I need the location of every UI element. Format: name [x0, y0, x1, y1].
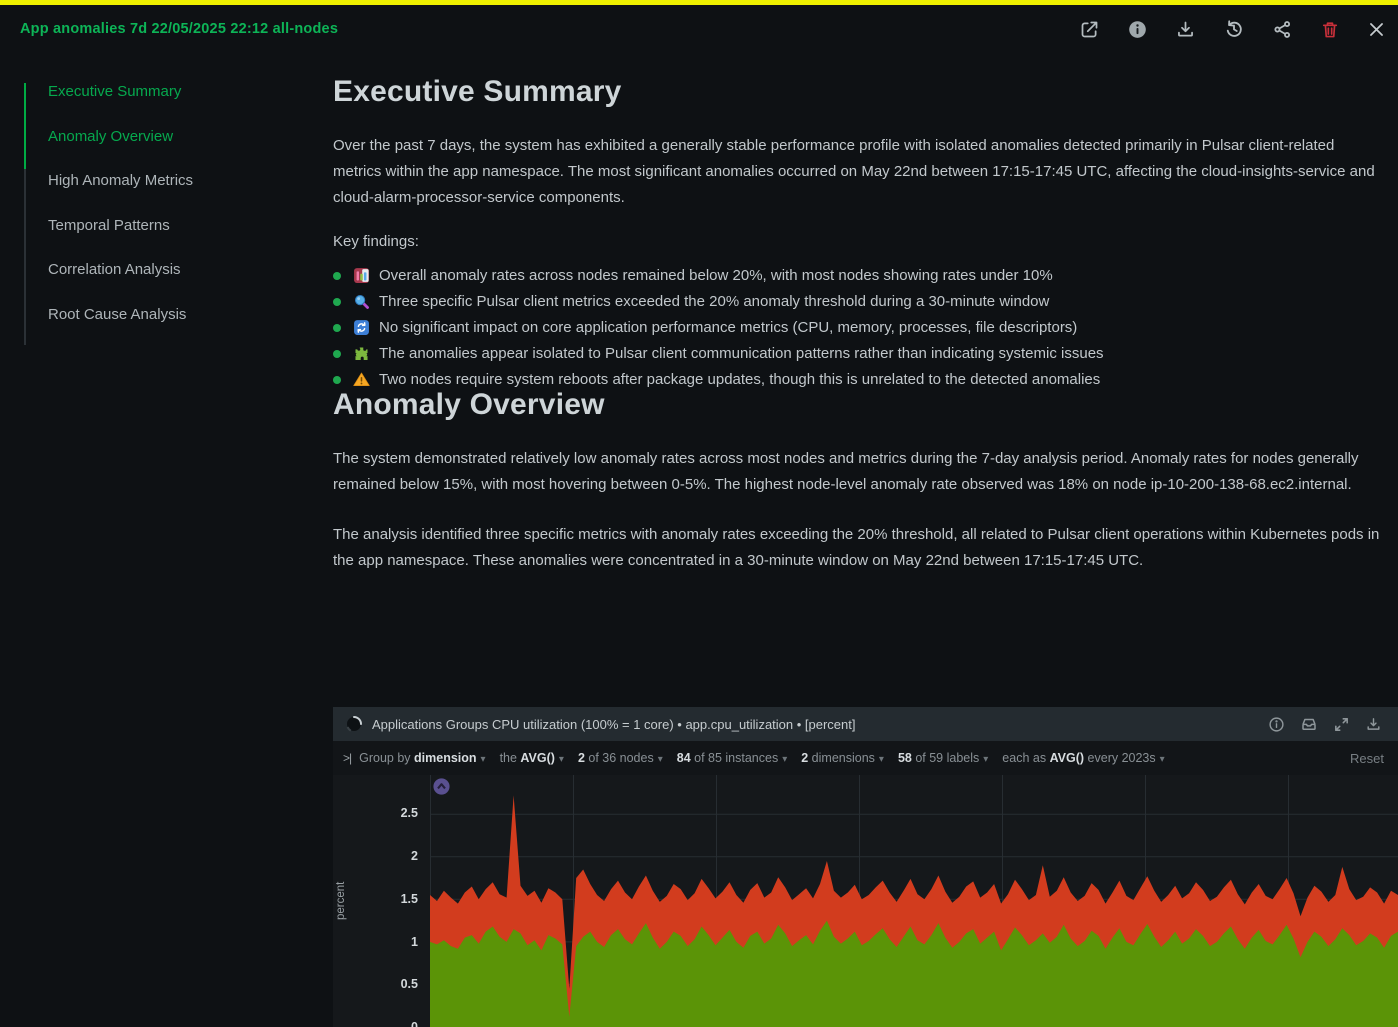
y-tick: 0.5: [400, 977, 418, 991]
y-tick: 2: [411, 849, 418, 863]
finding-text: The anomalies appear isolated to Pulsar …: [379, 345, 1104, 362]
y-tick: 1: [411, 935, 418, 949]
refresh-icon: [354, 320, 369, 335]
list-item: Overall anomaly rates across nodes remai…: [333, 267, 1385, 284]
list-item: Three specific Pulsar client metrics exc…: [333, 293, 1385, 310]
bullet-dot: [333, 375, 341, 384]
bullet-dot: [333, 349, 341, 358]
puzzle-icon: [355, 347, 368, 360]
sidebar-active-indicator: [24, 83, 26, 169]
nodes-dropdown[interactable]: 2 of 36 nodes ▾: [578, 751, 663, 765]
key-findings-label: Key findings:: [333, 233, 419, 250]
chart-handle-icon[interactable]: [345, 715, 363, 733]
y-tick: 2.5: [400, 806, 418, 820]
anomaly-rate-badge-icon[interactable]: [432, 777, 451, 796]
exec-summary-paragraph: Over the past 7 days, the system has exh…: [333, 137, 1375, 206]
sidebar-item-high-anomaly-metrics[interactable]: High Anomaly Metrics: [48, 173, 193, 189]
chevron-down-icon: ▾: [1159, 754, 1165, 765]
chart-info-icon[interactable]: [1268, 716, 1285, 733]
key-findings-list: Overall anomaly rates across nodes remai…: [333, 267, 1385, 388]
bar-chart-icon: [354, 268, 369, 283]
chart-header-toolbar: [1268, 715, 1386, 733]
dimensions-dropdown[interactable]: 2 dimensions ▾: [801, 751, 884, 765]
magnifier-icon: [354, 294, 369, 309]
sidebar-item-anomaly-overview[interactable]: Anomaly Overview: [48, 128, 193, 145]
anomaly-overview-paragraph-1: The system demonstrated relatively low a…: [333, 450, 1359, 493]
trash-icon[interactable]: [1320, 19, 1340, 40]
section-nav: Executive Summary Anomaly Overview High …: [48, 84, 193, 323]
y-tick: 0: [411, 1020, 418, 1027]
history-icon[interactable]: [1223, 18, 1245, 40]
chart-source-icon[interactable]: [1300, 715, 1318, 733]
chart-download-icon[interactable]: [1365, 716, 1382, 733]
sidebar-item-executive-summary[interactable]: Executive Summary: [48, 84, 193, 100]
chevron-down-icon: ▾: [558, 754, 564, 765]
list-item: The anomalies appear isolated to Pulsar …: [333, 345, 1385, 362]
chart-plot-region[interactable]: percent 2.5 2 1.5 1 0.5 0: [333, 775, 1398, 1027]
collapse-toolbar-icon[interactable]: >|: [343, 751, 352, 765]
group-by-dropdown[interactable]: Group by dimension ▾: [359, 751, 485, 765]
anomaly-overview-heading: Anomaly Overview: [333, 388, 605, 421]
download-icon[interactable]: [1175, 19, 1196, 40]
report-title: App anomalies 7d 22/05/2025 22:12 all-no…: [20, 21, 339, 37]
chevron-down-icon: ▾: [657, 754, 663, 765]
reset-button[interactable]: Reset: [1350, 751, 1388, 766]
chart-header: Applications Groups CPU utilization (100…: [333, 707, 1398, 741]
finding-text: Three specific Pulsar client metrics exc…: [379, 293, 1050, 310]
list-item: No significant impact on core applicatio…: [333, 319, 1385, 336]
chart-toolbar: >| Group by dimension ▾ the AVG() ▾ 2 of 3…: [333, 741, 1398, 775]
sidebar-item-root-cause-analysis[interactable]: Root Cause Analysis: [48, 306, 193, 323]
chevron-down-icon: ▾: [878, 754, 884, 765]
info-icon[interactable]: [1127, 19, 1148, 40]
report-window: App anomalies 7d 22/05/2025 22:12 all-no…: [0, 0, 1398, 1027]
exec-summary-heading: Executive Summary: [333, 75, 622, 108]
anomaly-overview-paragraph-2: The analysis identified three specific m…: [333, 526, 1380, 569]
aggregate-dropdown[interactable]: the AVG() ▾: [500, 751, 564, 765]
sidebar-item-temporal-patterns[interactable]: Temporal Patterns: [48, 217, 193, 234]
share-icon[interactable]: [1272, 19, 1293, 40]
warning-icon: [353, 372, 370, 386]
y-axis-label: percent: [335, 881, 347, 921]
report-body: Executive Summary Over the past 7 days, …: [333, 75, 1385, 574]
y-tick: 1.5: [400, 892, 418, 906]
stacked-area-chart[interactable]: [430, 775, 1398, 1027]
sidebar-item-correlation-analysis[interactable]: Correlation Analysis: [48, 262, 193, 278]
chevron-down-icon: ▾: [782, 754, 788, 765]
close-icon[interactable]: [1367, 20, 1386, 39]
expand-icon[interactable]: [1333, 716, 1350, 733]
bullet-dot: [333, 297, 341, 306]
list-item: Two nodes require system reboots after p…: [333, 371, 1385, 388]
chevron-down-icon: ▾: [480, 754, 486, 765]
labels-dropdown[interactable]: 58 of 59 labels ▾: [898, 751, 988, 765]
each-as-dropdown[interactable]: each as AVG() every 2023s ▾: [1002, 751, 1164, 765]
bullet-dot: [333, 323, 341, 332]
window-focus-border: [0, 0, 1398, 5]
finding-text: Overall anomaly rates across nodes remai…: [379, 267, 1053, 284]
cpu-utilization-chart-card: Applications Groups CPU utilization (100…: [333, 707, 1398, 1027]
bullet-dot: [333, 271, 341, 280]
finding-text: Two nodes require system reboots after p…: [379, 371, 1101, 388]
header-toolbar: [1079, 18, 1386, 40]
instances-dropdown[interactable]: 84 of 85 instances ▾: [677, 751, 788, 765]
chart-title: Applications Groups CPU utilization (100…: [372, 716, 856, 732]
finding-text: No significant impact on core applicatio…: [379, 319, 1078, 336]
open-external-icon[interactable]: [1079, 19, 1100, 40]
chevron-down-icon: ▾: [983, 754, 989, 765]
